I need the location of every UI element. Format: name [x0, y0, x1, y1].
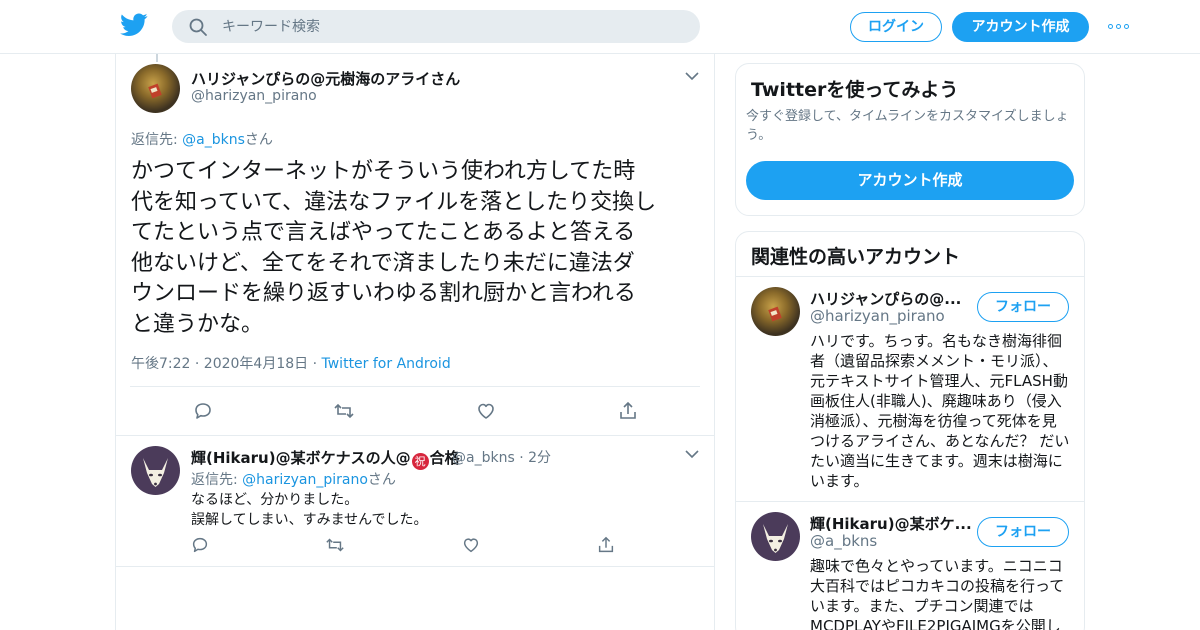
tweet-author-name[interactable]: ハリジャンぴらの@元樹海のアライさん: [191, 68, 460, 89]
account-bio-line: MCDPLAYやFILE2PIGAIMGを公開し: [810, 617, 1061, 630]
like-icon[interactable]: [475, 400, 497, 422]
account-bio-line: 者（遺留品探索メメント・モリ派）、: [810, 352, 1058, 370]
reply-icon[interactable]: [192, 400, 214, 422]
signup-card-description: 今すぐ登録して、タイムラインをカスタマイズしましょ う。: [746, 107, 1081, 145]
share-icon[interactable]: [596, 535, 616, 555]
more-options-icon[interactable]: [1108, 24, 1130, 30]
account-bio-line: 大百科ではピコカキコの投稿を行って: [810, 577, 1065, 595]
signup-card-button[interactable]: アカウント作成: [746, 161, 1074, 200]
account-bio-line: 画板住人(非職人)、廃趣味あり（侵入: [810, 392, 1062, 410]
twitter-bird-icon[interactable]: [120, 13, 148, 37]
account-bio-line: 元テキストサイト管理人、元FLASH動: [810, 372, 1068, 390]
reply-author-name[interactable]: 輝(Hikaru)@某ボケナスの人@ 祝合格: [191, 447, 460, 470]
reply-to-link[interactable]: @harizyan_pirano: [242, 472, 368, 488]
retweet-icon[interactable]: [333, 400, 355, 422]
reply-author-handle[interactable]: @a_bkns · 2分: [452, 447, 551, 467]
reply-text: なるほど、分かりました。 誤解してしまい、すみませんでした。: [191, 490, 427, 530]
thread-connector: [156, 54, 158, 62]
account-bio: ハリです。ちっす。名もなき樹海徘徊 者（遺留品探索メメント・モリ派）、 元テキス…: [810, 331, 1069, 491]
divider: [736, 501, 1084, 502]
tweet-timestamp: 午後7:22 · 2020年4月18日 · Twitter for Androi…: [131, 353, 451, 373]
divider: [116, 566, 714, 567]
related-accounts-card: 関連性の高いアカウント ハリジャンぴらの@... @harizyan_piran…: [735, 231, 1085, 630]
account-bio-line: 消極派）、元樹海を彷徨って死体を見: [810, 412, 1057, 430]
account-bio-line: つけるアライさん、あとなんだ？ だい: [810, 432, 1070, 450]
account-name[interactable]: ハリジャンぴらの@...: [810, 288, 961, 309]
reply-to-suffix: さん: [244, 132, 273, 148]
tweet-text-line: 代を知っていて、違法なファイルを落としたり交換し: [131, 189, 657, 215]
search-input[interactable]: [222, 10, 682, 43]
account-bio: 趣味で色々とやっています。ニコニコ 大百科ではピコカキコの投稿を行って います。…: [810, 556, 1064, 630]
chevron-down-icon[interactable]: [685, 71, 699, 81]
reply-text-line: 誤解してしまい、すみませんでした。: [191, 512, 428, 528]
avatar[interactable]: [751, 287, 800, 336]
signup-card-description-line: 今すぐ登録して、タイムラインをカスタマイズしましょ: [746, 109, 1069, 124]
tweet-text-line: かつてインターネットがそういう使われ方してた時: [131, 159, 636, 184]
search-icon: [189, 18, 207, 36]
tweet-text: かつてインターネットがそういう使われ方してた時 代を知っていて、違法なファイルを…: [131, 157, 706, 340]
chevron-down-icon[interactable]: [685, 449, 699, 459]
reply-to-line: 返信先: @a_bknsさん: [131, 129, 273, 149]
account-bio-line: います。また、プチコン関連では: [810, 597, 1034, 615]
like-icon[interactable]: [461, 535, 481, 555]
follow-button[interactable]: フォロー: [977, 517, 1069, 547]
top-bar: ログイン アカウント作成: [0, 0, 1200, 54]
account-bio-line: 趣味で色々とやっています。ニコニコ: [810, 557, 1063, 575]
share-icon[interactable]: [617, 400, 639, 422]
divider: [130, 386, 700, 387]
reply-to-line: 返信先: @harizyan_piranoさん: [191, 469, 396, 489]
tweet-source-link[interactable]: Twitter for Android: [322, 356, 451, 372]
login-button[interactable]: ログイン: [850, 12, 942, 42]
tweet-column: ハリジャンぴらの@元樹海のアライさん @harizyan_pirano 返信先:…: [115, 54, 715, 630]
reply-to-suffix: さん: [367, 472, 396, 488]
avatar[interactable]: [131, 446, 180, 495]
signup-button[interactable]: アカウント作成: [952, 12, 1089, 42]
reply-to-prefix: 返信先:: [131, 132, 183, 148]
account-handle[interactable]: @harizyan_pirano: [810, 307, 945, 325]
reply-to-prefix: 返信先:: [191, 472, 243, 488]
tweet-text-line: てたという点で言えばやってたことあるよと答える: [131, 220, 636, 245]
related-accounts-title: 関連性の高いアカウント: [751, 246, 961, 268]
celebration-badge-icon: 祝: [411, 453, 429, 470]
tweet-author-handle[interactable]: @harizyan_pirano: [191, 88, 317, 104]
follow-button[interactable]: フォロー: [977, 292, 1069, 322]
search-bar[interactable]: [172, 10, 700, 43]
reply-text-line: なるほど、分かりました。: [191, 492, 359, 508]
signup-card-description-line: う。: [746, 128, 772, 143]
divider: [736, 276, 1084, 277]
tweet-time[interactable]: 午後7:22 · 2020年4月18日 ·: [131, 356, 322, 372]
account-handle[interactable]: @a_bkns: [810, 532, 877, 550]
signup-card-title: Twitterを使ってみよう: [751, 79, 959, 101]
account-bio-line: います。: [810, 472, 869, 490]
reply-author-name-text: 輝(Hikaru)@某ボケナスの人@: [191, 449, 411, 467]
account-bio-line: たい適当に生きてます。週末は樹海に: [810, 452, 1063, 470]
avatar[interactable]: [131, 64, 180, 113]
signup-card: Twitterを使ってみよう 今すぐ登録して、タイムラインをカスタマイズしましょ…: [735, 63, 1085, 216]
tweet-text-line: ウンロードを繰り返すいわゆる割れ厨かと言われる: [131, 281, 636, 306]
account-bio-line: ハリです。ちっす。名もなき樹海徘徊: [810, 332, 1063, 350]
reply-to-link[interactable]: @a_bkns: [182, 132, 245, 148]
avatar[interactable]: [751, 512, 800, 561]
tweet-text-line: 他ないけど、全てをそれで済ましたり未だに違法ダ: [131, 250, 635, 276]
retweet-icon[interactable]: [325, 535, 345, 555]
account-name[interactable]: 輝(Hikaru)@某ボケ...: [810, 513, 972, 534]
divider: [116, 435, 714, 436]
tweet-text-line: と違うかな。: [131, 311, 264, 337]
reply-icon[interactable]: [190, 535, 210, 555]
